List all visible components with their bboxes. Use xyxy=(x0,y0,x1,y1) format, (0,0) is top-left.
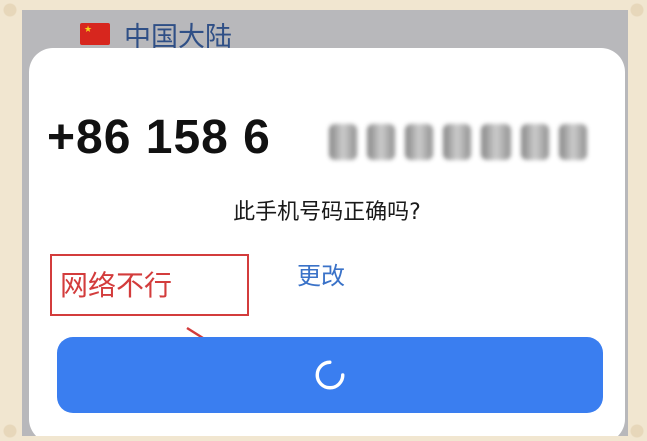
confirm-button[interactable] xyxy=(57,337,603,413)
country-selector[interactable]: ★ 中国大陆 xyxy=(80,16,232,53)
spinner-icon xyxy=(315,360,345,390)
confirm-question: 此手机号码正确吗? xyxy=(233,200,421,225)
phone-number-redaction xyxy=(329,110,614,174)
annotation-label-box: 网络不行 xyxy=(50,254,249,316)
confirm-phone-dialog: +86 158 6 此手机号码正确吗? 更改 网络不行 xyxy=(29,48,625,436)
change-number-link[interactable]: 更改 xyxy=(297,256,345,291)
china-flag-icon: ★ xyxy=(80,23,110,45)
app-screen: ★ 中国大陆 +86 158 6 此手机号码正确吗? 更改 网络不行 xyxy=(22,10,628,436)
phone-number: +86 158 6 xyxy=(47,111,271,164)
annotation-text: 网络不行 xyxy=(60,269,173,302)
